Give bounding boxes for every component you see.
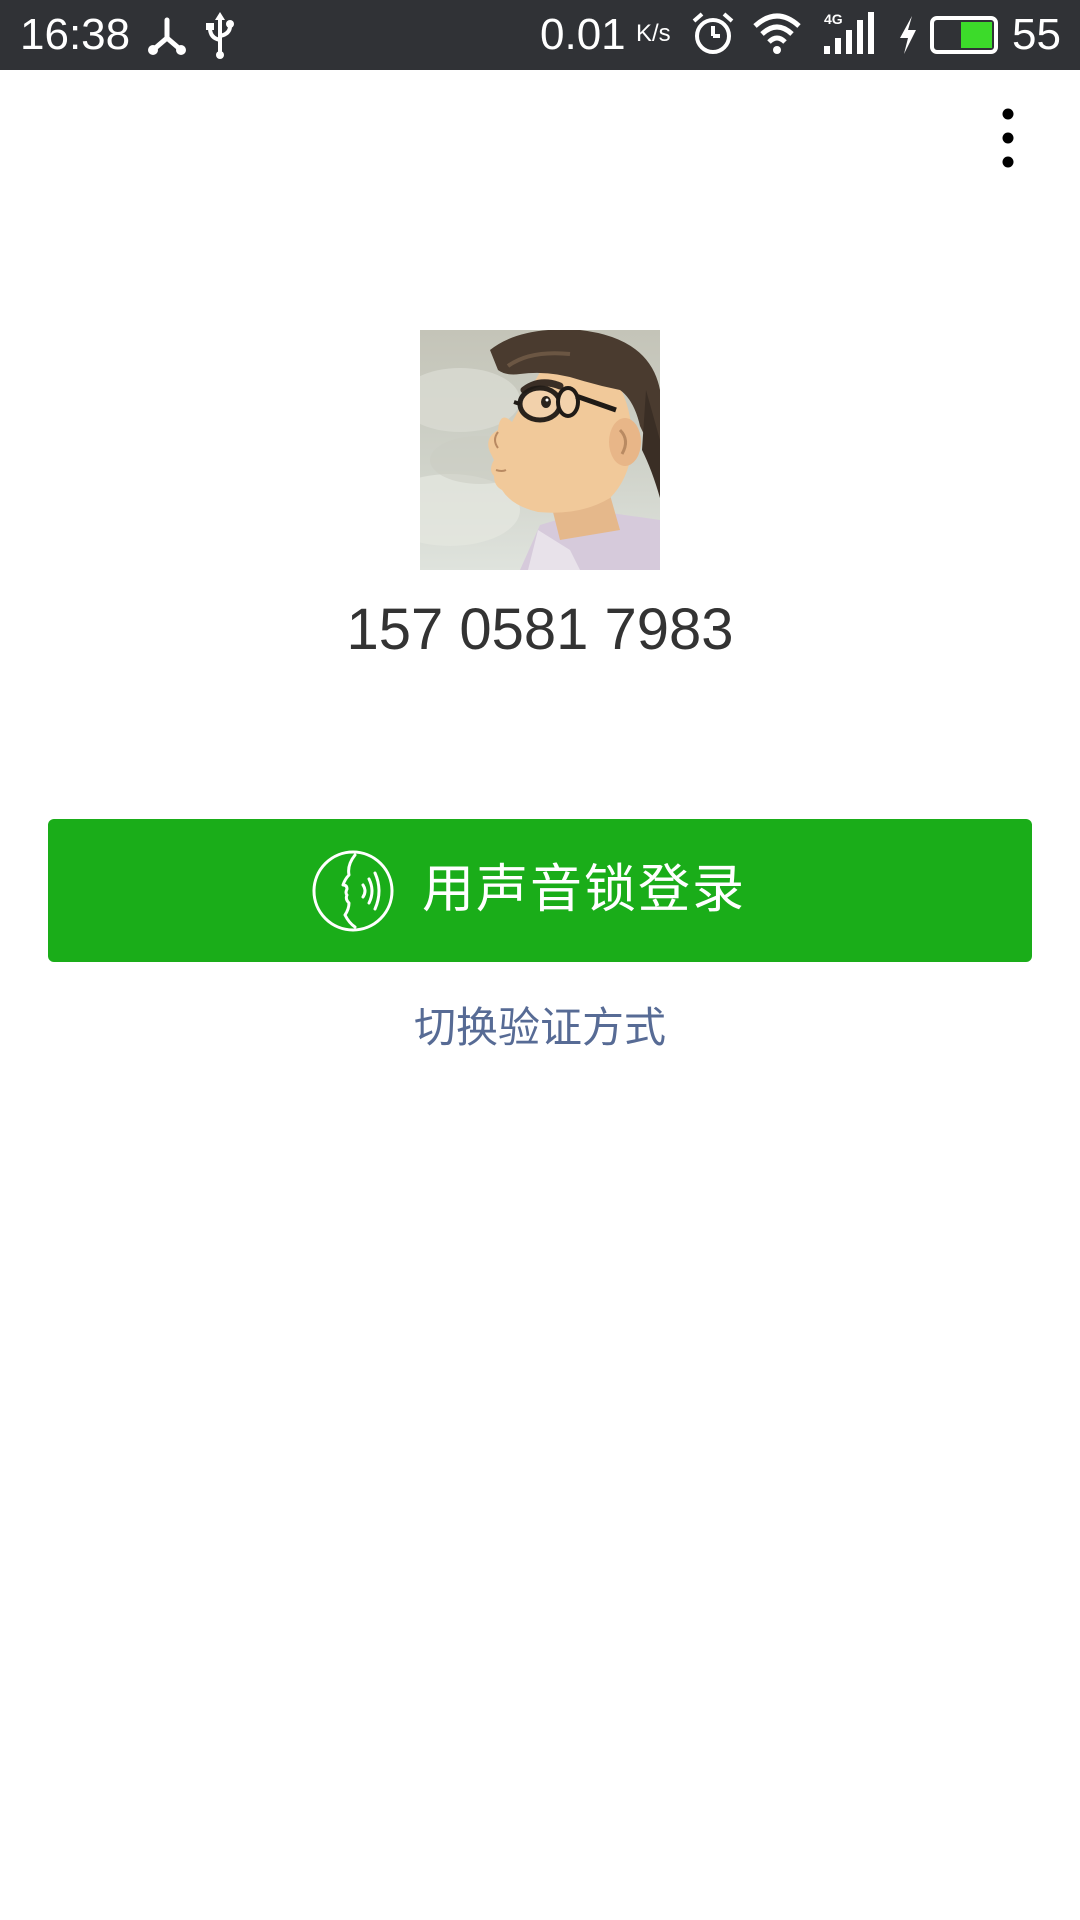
network-type: 4G (824, 11, 843, 27)
voice-lock-icon (312, 850, 394, 932)
more-options-button[interactable] (978, 98, 1038, 178)
alarm-icon (692, 12, 734, 54)
network-speed-unit: K/s (636, 20, 671, 47)
switch-verification-link[interactable]: 切换验证方式 (0, 1000, 1080, 1056)
status-time: 16:38 (20, 10, 131, 59)
voice-lock-login-label: 用声音锁登录 (422, 860, 747, 920)
cellular-signal-icon: 4G (824, 11, 874, 54)
more-vertical-icon (1002, 108, 1014, 168)
phone-number: 157 0581 7983 (346, 597, 734, 662)
voice-lock-login-button[interactable]: 用声音锁登录 (48, 819, 1032, 962)
network-share-icon (148, 17, 186, 55)
battery-percent: 55 (1012, 10, 1061, 59)
battery-icon (930, 16, 998, 54)
charging-icon (900, 16, 916, 54)
status-bar: 16:38 0.01 K/s 4G 55 (0, 0, 1080, 70)
usb-icon (206, 12, 234, 59)
avatar (420, 330, 660, 570)
wifi-icon (753, 13, 801, 54)
network-speed: 0.01 (540, 10, 626, 59)
